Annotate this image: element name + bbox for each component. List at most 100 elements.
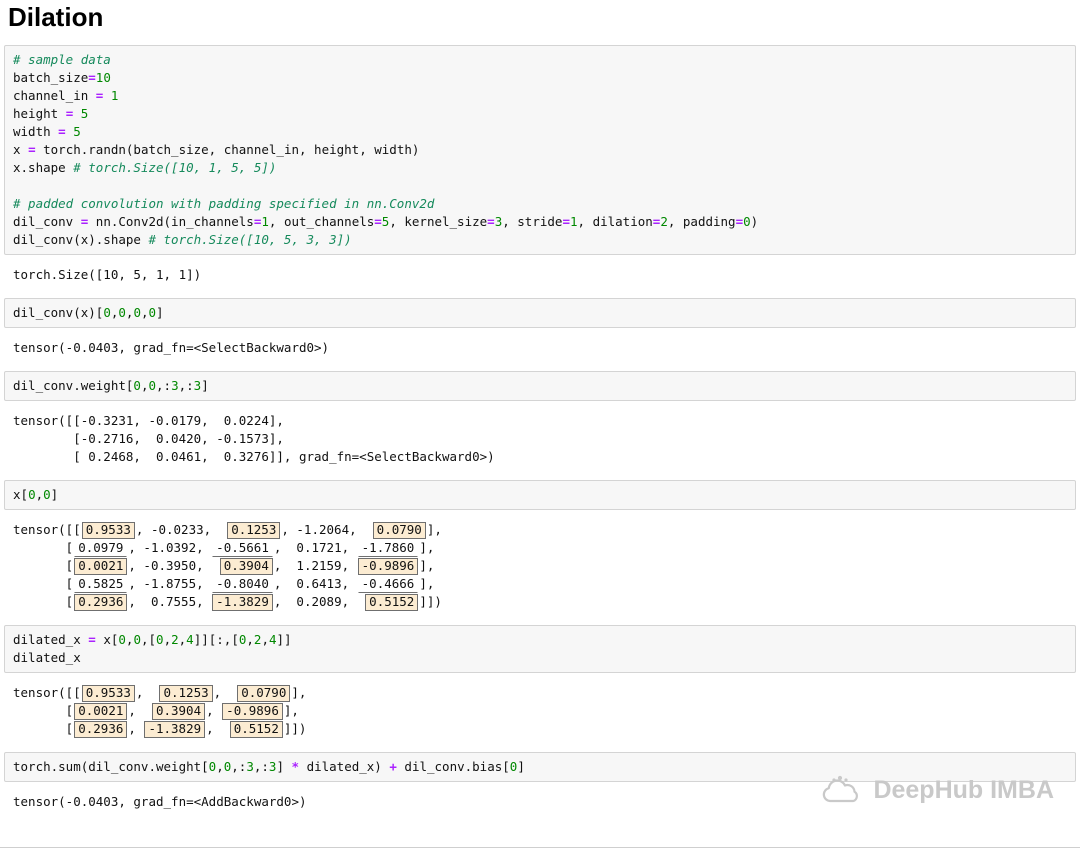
number-token: 0 <box>133 632 141 647</box>
code-token: batch_size <box>13 70 89 85</box>
code-token: , 0.7555, <box>128 594 212 609</box>
number-token: 0 <box>103 305 111 320</box>
code-cell-dilated-x[interactable]: dilated_x = x[0,0,[0,2,4]][:,[0,2,4]] dil… <box>4 625 1076 673</box>
code-token: dilated_x) <box>299 759 390 774</box>
code-token: ) <box>750 214 759 229</box>
code-token: , <box>246 632 254 647</box>
code-token: ] <box>50 487 59 502</box>
highlighted-value: 0.2936 <box>74 594 128 611</box>
number-token: 0 <box>743 214 751 229</box>
code-token: dil_conv.bias[ <box>396 759 510 774</box>
code-token: , 0.6413, <box>273 576 357 591</box>
output-dilated-x-line: tensor([[0.9533, 0.1253, 0.0790], <box>13 684 1067 702</box>
operator-token: = <box>88 70 96 85</box>
code-cell-setup-line <box>13 177 1067 195</box>
highlighted-value: 0.3904 <box>151 703 206 720</box>
code-token: x.shape <box>13 160 74 175</box>
number-token: 0 <box>118 305 126 320</box>
code-token: , -1.2064, <box>281 522 372 537</box>
code-cell-manual-sum[interactable]: torch.sum(dil_conv.weight[0,0,:3,:3] * d… <box>4 752 1076 782</box>
code-token: , -0.0233, <box>135 522 227 537</box>
code-token: , -0.3950, <box>128 558 219 573</box>
code-token: x[ <box>95 632 119 647</box>
code-token: torch.randn(batch_size, channel_in, heig… <box>35 142 420 157</box>
operator-token: = <box>374 214 382 229</box>
number-token: 0 <box>148 378 157 393</box>
output-manual-sum: tensor(-0.0403, grad_fn=<AddBackward0>) <box>4 789 1076 815</box>
code-cell-weight-line: dil_conv.weight[0,0,:3,:3] <box>13 377 1067 395</box>
output-weight-line: [ 0.2468, 0.0461, 0.3276]], grad_fn=<Sel… <box>13 448 1067 466</box>
code-token: width <box>13 124 59 139</box>
code-token: [ 0.2468, 0.0461, 0.3276]], grad_fn=<Sel… <box>13 449 495 464</box>
output-weight: tensor([[-0.3231, -0.0179, 0.0224], [-0.… <box>4 408 1076 470</box>
highlighted-value: 0.0790 <box>372 522 426 539</box>
page-title: Dilation <box>8 2 104 32</box>
code-token: , out_channels <box>268 214 375 229</box>
code-token: height <box>13 106 66 121</box>
code-token: , -1.8755, <box>128 576 212 591</box>
code-token: dilated_x <box>13 650 81 665</box>
output-dilated-x-line: [0.2936, -1.3829, 0.5152]]) <box>13 720 1067 738</box>
highlighted-value: 0.3904 <box>219 558 273 575</box>
code-token: ], <box>426 522 442 537</box>
code-token: torch.Size([10, 5, 1, 1]) <box>13 267 202 282</box>
output-x-highlighted-line: [0.0021, -0.3950, 0.3904, 1.2159, -0.989… <box>13 557 1067 575</box>
code-token: tensor([[-0.3231, -0.0179, 0.0224], <box>13 413 284 428</box>
code-token: [ <box>13 594 74 609</box>
highlighted-value: 0.9533 <box>81 522 135 539</box>
output-weight-line: tensor([[-0.3231, -0.0179, 0.0224], <box>13 412 1067 430</box>
code-token: , 1.2159, <box>273 558 357 573</box>
highlighted-value: 0.1253 <box>227 522 281 539</box>
comment-token: # sample data <box>13 52 111 67</box>
code-cell-setup[interactable]: # sample data batch_size=10 channel_in = 1… <box>4 45 1076 255</box>
code-token: [-0.2716, 0.0420, -0.1573], <box>13 431 284 446</box>
code-token: , 0.2089, <box>273 594 365 609</box>
output-x-highlighted-line: [0.2936, 0.7555, -1.3829, 0.2089, 0.5152… <box>13 593 1067 611</box>
operator-token: * <box>291 759 300 774</box>
code-token: ,: <box>253 759 269 774</box>
highlighted-value: 0.0021 <box>74 558 128 575</box>
code-cell-weight[interactable]: dil_conv.weight[0,0,:3,:3] <box>4 371 1076 401</box>
code-cell-setup-line: height = 5 <box>13 105 1067 123</box>
number-token: 4 <box>268 632 277 647</box>
number-token: 1 <box>569 214 578 229</box>
code-cell-manual-sum-line: torch.sum(dil_conv.weight[0,0,:3,:3] * d… <box>13 758 1067 776</box>
code-token: , dilation <box>577 214 653 229</box>
code-token: channel_in <box>13 88 96 103</box>
highlighted-value: 0.1253 <box>159 685 213 702</box>
number-token: 3 <box>171 378 179 393</box>
code-cell-setup-line: batch_size=10 <box>13 69 1067 87</box>
code-cell-setup-line: x.shape # torch.Size([10, 1, 5, 5]) <box>13 159 1067 177</box>
number-token: 0 <box>133 305 141 320</box>
code-token: , <box>216 759 224 774</box>
code-token: , <box>261 632 269 647</box>
highlighted-value: 0.2936 <box>74 721 128 738</box>
underlined-value: -0.5661 <box>212 540 273 557</box>
operator-token: + <box>389 759 397 774</box>
underlined-value: -0.4666 <box>357 576 419 593</box>
number-token: 0 <box>156 632 164 647</box>
code-token: ]]) <box>419 594 442 609</box>
code-cell-dilated-x-line: dilated_x = x[0,0,[0,2,4]][:,[0,2,4]] <box>13 631 1067 649</box>
code-cell-x[interactable]: x[0,0] <box>4 480 1076 510</box>
output-x-highlighted-line: tensor([[0.9533, -0.0233, 0.1253, -1.206… <box>13 521 1067 539</box>
output-dilconv-value: tensor(-0.0403, grad_fn=<SelectBackward0… <box>4 335 1076 361</box>
code-token: dil_conv(x)[ <box>13 305 104 320</box>
code-token: ] <box>276 759 292 774</box>
code-token: ] <box>517 759 525 774</box>
number-token: 1 <box>110 88 119 103</box>
code-token: , <box>128 703 151 718</box>
highlighted-value: -1.3829 <box>144 721 206 738</box>
number-token: 10 <box>95 70 111 85</box>
output-weight-line: [-0.2716, 0.0420, -0.1573], <box>13 430 1067 448</box>
comment-token: # torch.Size([10, 1, 5, 5]) <box>73 160 277 175</box>
code-token: , <box>206 721 229 736</box>
number-token: 0 <box>148 305 157 320</box>
bottom-divider <box>0 847 1080 848</box>
highlighted-value: -1.3829 <box>212 594 273 611</box>
code-token: ]] <box>276 632 292 647</box>
code-token: , <box>128 721 144 736</box>
code-token: dil_conv(x).shape <box>13 232 149 247</box>
code-cell-dilconv-value[interactable]: dil_conv(x)[0,0,0,0] <box>4 298 1076 328</box>
